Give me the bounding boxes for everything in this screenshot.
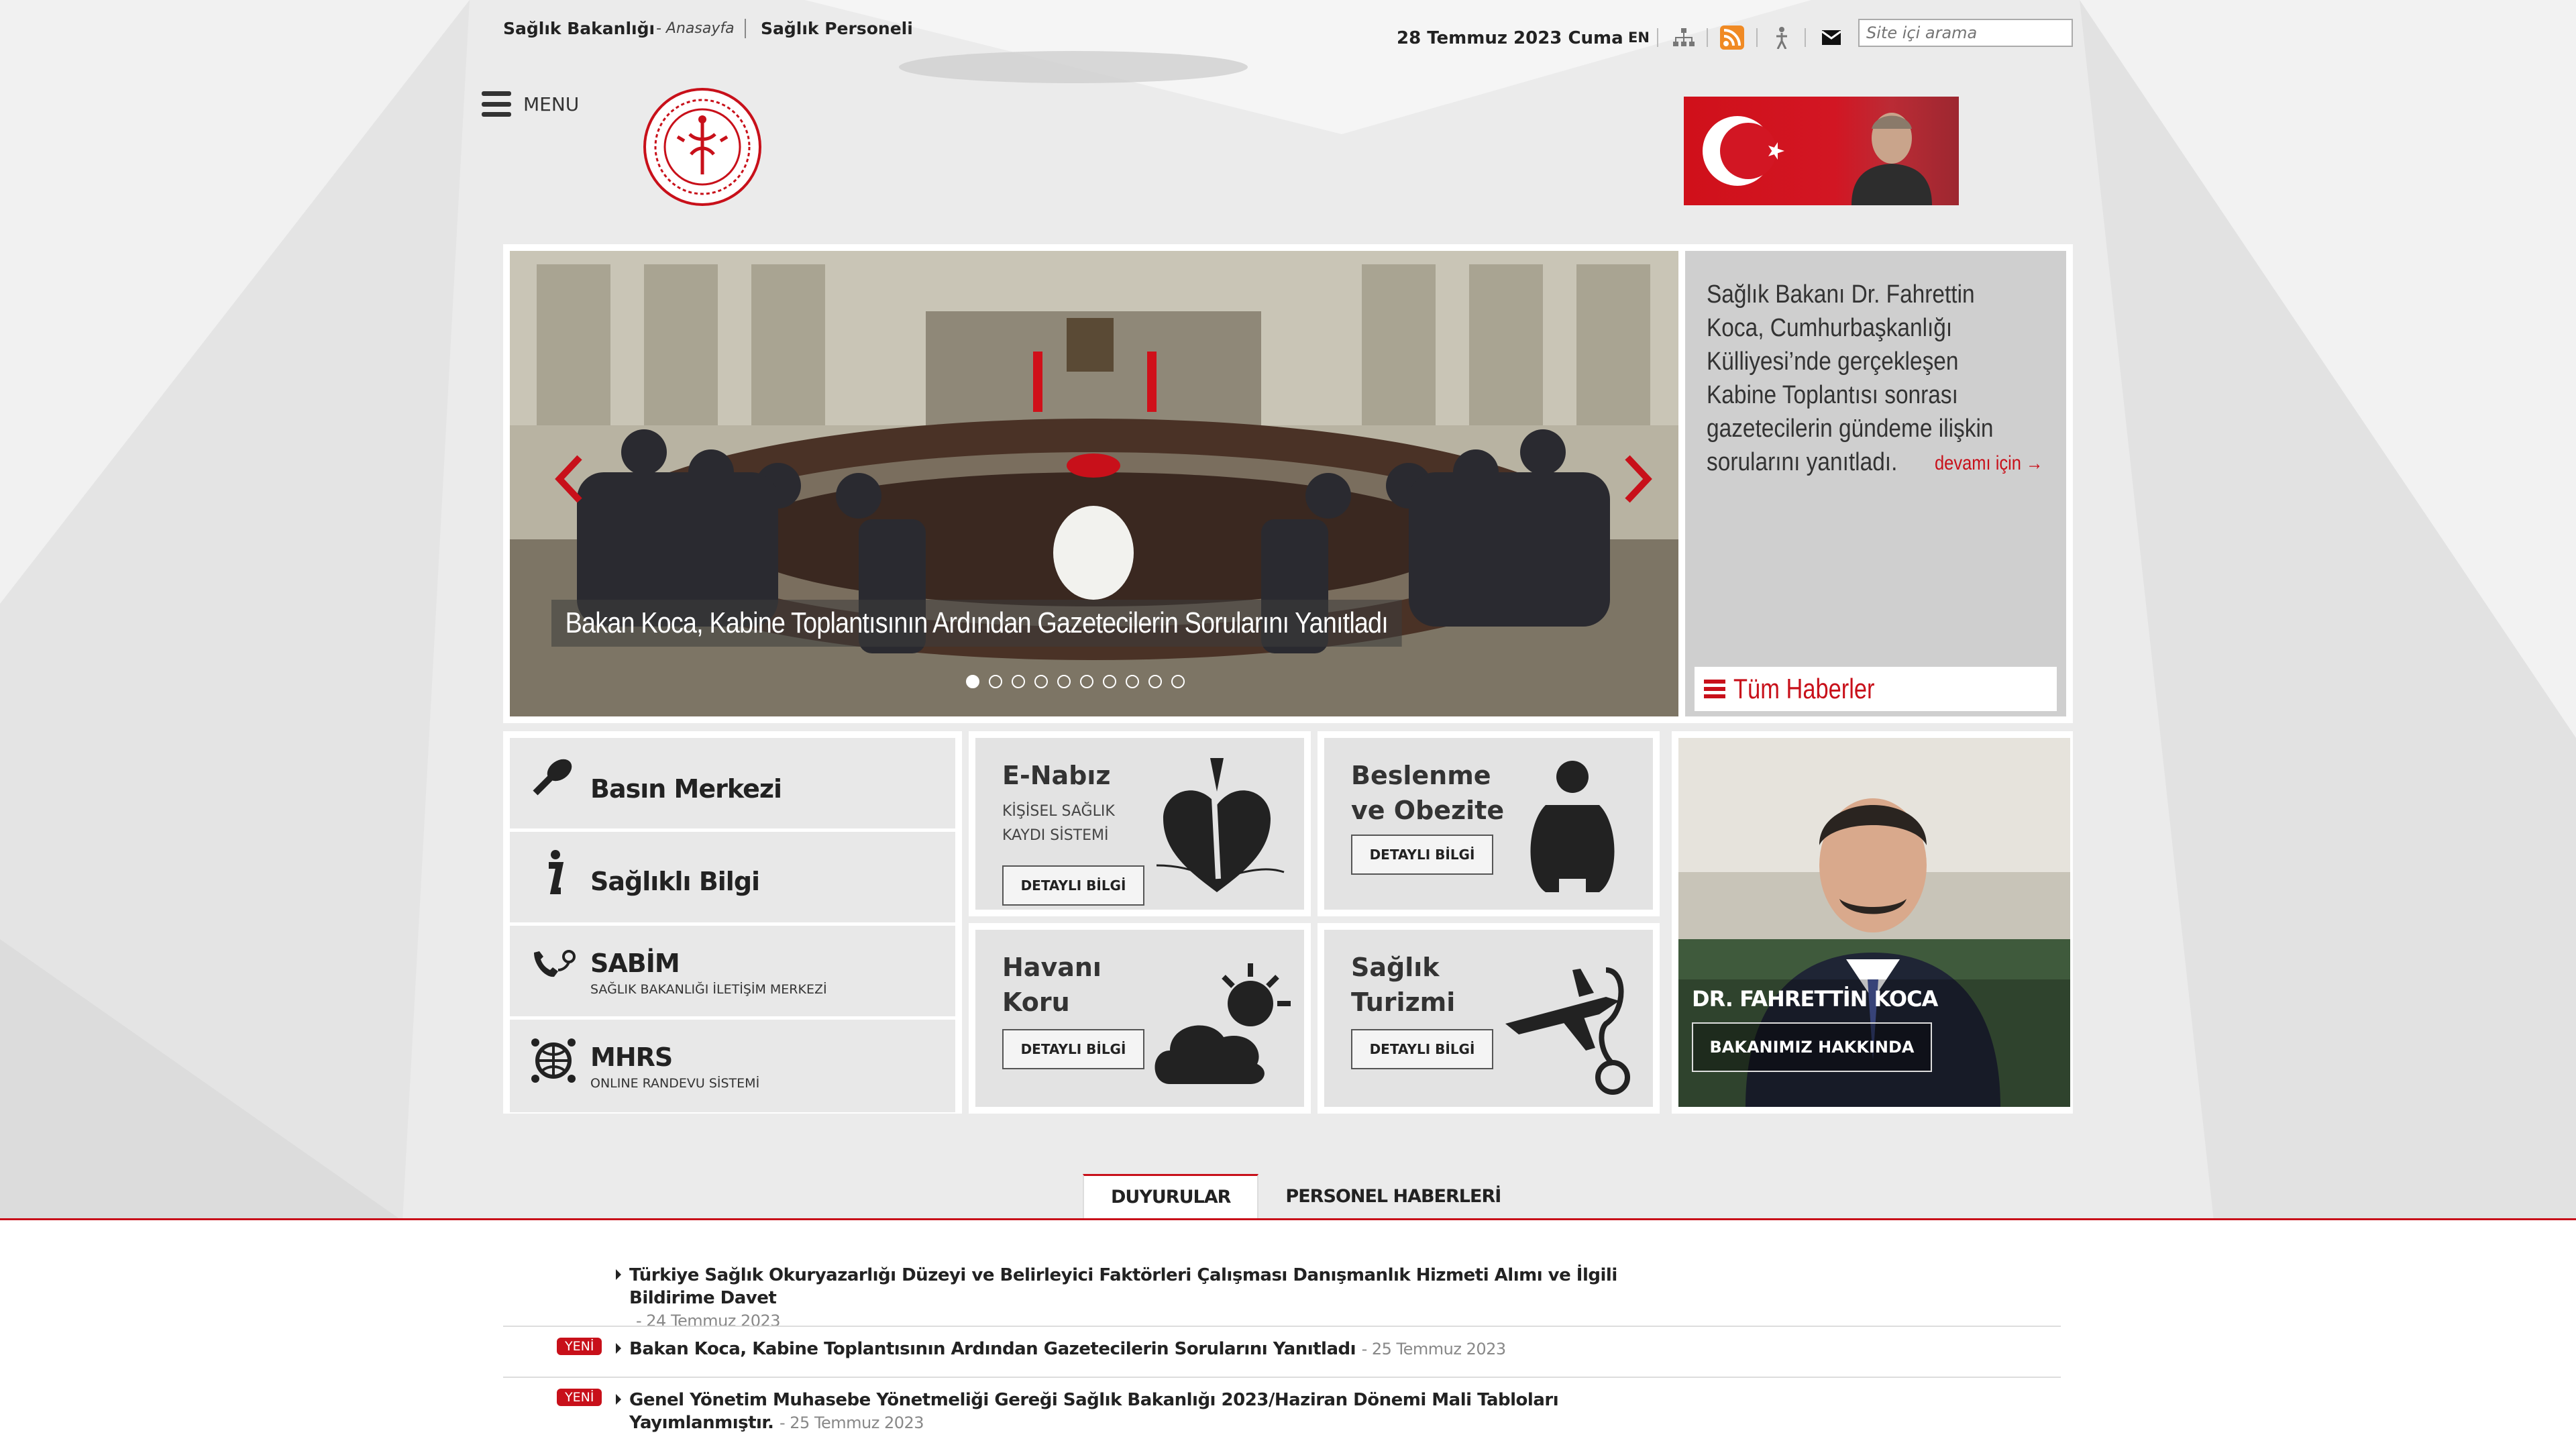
current-date: 28 Temmuz 2023 Cuma: [1397, 28, 1623, 48]
divider: [503, 1326, 2061, 1327]
tile-nutrition-obesity[interactable]: Beslenme ve Obezite DETAYLI BİLGİ: [1318, 731, 1660, 916]
globe-network-icon: [531, 1038, 576, 1083]
divider: [503, 1377, 2061, 1378]
minister-card[interactable]: DR. FAHRETTİN KOCA BAKANIMIZ HAKKINDA: [1672, 731, 2073, 1114]
new-badge: YENİ: [557, 1389, 602, 1406]
plane-stethoscope-icon: [1505, 967, 1630, 1095]
bullet-icon: [616, 1343, 621, 1354]
info-icon: [549, 850, 564, 894]
slide-caption[interactable]: Bakan Koca, Kabine Toplantısının Ardında…: [551, 600, 1402, 647]
slide-dot[interactable]: [1034, 675, 1048, 688]
quick-links: Basın Merkezi Sağlıklı Bilgi SABİM SAĞLI…: [503, 731, 962, 1114]
list-item[interactable]: YENİ Genel Yönetim Muhasebe Yönetmeliği …: [503, 1389, 2061, 1442]
quick-link-title: SABİM: [590, 949, 680, 978]
list-item[interactable]: YENİ Bakan Koca, Kabine Toplantısının Ar…: [503, 1338, 2061, 1378]
language-en-link[interactable]: EN: [1628, 30, 1650, 46]
quick-link-sabim[interactable]: SABİM SAĞLIK BAKANLIĞI İLETİŞİM MERKEZİ: [510, 926, 955, 1018]
menu-label: MENU: [523, 93, 580, 115]
new-badge: YENİ: [557, 1338, 602, 1355]
list-icon: [1704, 680, 1725, 698]
rss-icon[interactable]: [1720, 25, 1744, 50]
enabiz-details-button[interactable]: DETAYLI BİLGİ: [1002, 865, 1144, 906]
about-minister-button[interactable]: BAKANIMIZ HAKKINDA: [1692, 1022, 1932, 1072]
air-details-button[interactable]: DETAYLI BİLGİ: [1002, 1029, 1144, 1069]
site-search-input[interactable]: [1858, 19, 2073, 47]
divider: [1707, 28, 1708, 47]
flag-ataturk-banner[interactable]: [1684, 97, 1959, 205]
obesity-details-button[interactable]: DETAYLI BİLGİ: [1351, 835, 1493, 875]
news-slider: Bakan Koca, Kabine Toplantısının Ardında…: [503, 244, 2073, 723]
microphone-icon: [533, 759, 572, 796]
phone-route-icon: [534, 950, 576, 977]
news-tabs: DUYURULAR PERSONEL HABERLERİ: [1083, 1174, 1527, 1218]
slide-dot[interactable]: [1103, 675, 1116, 688]
tourism-details-button[interactable]: DETAYLI BİLGİ: [1351, 1029, 1493, 1069]
tile-health-tourism[interactable]: Sağlık Turizmi DETAYLI BİLGİ: [1318, 923, 1660, 1114]
tile-protect-air[interactable]: Havanı Koru DETAYLI BİLGİ: [969, 923, 1311, 1114]
mail-icon[interactable]: [1819, 25, 1843, 50]
tile-subtitle: KİŞİSEL SAĞLIK KAYDI SİSTEMİ: [1002, 803, 1115, 844]
list-item[interactable]: Türkiye Sağlık Okuryazarlığı Düzeyi ve B…: [503, 1264, 2061, 1330]
minister-name: DR. FAHRETTİN KOCA: [1692, 986, 1938, 1012]
home-link[interactable]: - Anasayfa: [656, 20, 735, 37]
slide-dot[interactable]: [1080, 675, 1093, 688]
top-bar: Sağlık Bakanlığı - Anasayfa Sağlık Perso…: [503, 16, 2073, 56]
slide-description: Sağlık Bakanı Dr. Fahrettin Koca, Cumhur…: [1707, 280, 1994, 476]
tile-enabiz[interactable]: E-Nabız KİŞİSEL SAĞLIK KAYDI SİSTEMİ DETA…: [969, 731, 1311, 916]
read-more-link[interactable]: devamı için →: [1935, 452, 2043, 475]
menu-button[interactable]: MENU: [482, 91, 579, 117]
divider: [1805, 28, 1806, 47]
hamburger-icon: [482, 91, 511, 117]
ministry-logo[interactable]: [643, 87, 762, 207]
next-slide-arrow-icon[interactable]: [1617, 452, 1657, 506]
quick-link-subtitle: ONLINE RANDEVU SİSTEMİ: [590, 1076, 760, 1091]
staff-link[interactable]: Sağlık Personeli: [745, 19, 913, 38]
slide-dots: [966, 675, 1185, 688]
all-news-button[interactable]: Tüm Haberler: [1695, 667, 2057, 711]
all-news-label: Tüm Haberler: [1733, 673, 1875, 704]
news-date: - 24 Temmuz 2023: [636, 1311, 781, 1330]
news-title[interactable]: Genel Yönetim Muhasebe Yönetmeliği Gereğ…: [629, 1390, 1559, 1433]
bullet-icon: [616, 1269, 621, 1280]
quick-link-press[interactable]: Basın Merkezi: [510, 738, 955, 830]
tile-title: E-Nabız: [1002, 761, 1111, 790]
sitemap-icon[interactable]: [1672, 25, 1696, 50]
news-title[interactable]: Bakan Koca, Kabine Toplantısının Ardında…: [629, 1339, 1356, 1359]
tile-title: Sağlık Turizmi: [1351, 953, 1456, 1017]
obese-person-icon: [1530, 761, 1615, 892]
slide-dot[interactable]: [1148, 675, 1162, 688]
quick-link-subtitle: SAĞLIK BAKANLIĞI İLETİŞİM MERKEZİ: [590, 982, 827, 997]
news-date: - 25 Temmuz 2023: [779, 1413, 924, 1432]
quick-link-title: Sağlıklı Bilgi: [590, 867, 760, 896]
quick-link-mhrs[interactable]: MHRS ONLINE RANDEVU SİSTEMİ: [510, 1020, 955, 1112]
news-title[interactable]: Türkiye Sağlık Okuryazarlığı Düzeyi ve B…: [629, 1265, 1617, 1308]
divider: [1756, 28, 1758, 47]
cloud-sun-icon: [1155, 963, 1291, 1084]
slide-image[interactable]: Bakan Koca, Kabine Toplantısının Ardında…: [510, 251, 1678, 716]
news-date: - 25 Temmuz 2023: [1361, 1340, 1507, 1358]
quick-link-title: MHRS: [590, 1042, 673, 1072]
bullet-icon: [616, 1394, 621, 1405]
slide-dot[interactable]: [966, 675, 979, 688]
divider: [1657, 28, 1658, 47]
slide-dot[interactable]: [1171, 675, 1185, 688]
slide-dot[interactable]: [1012, 675, 1025, 688]
heart-pen-icon: [1156, 758, 1285, 892]
quick-link-health-info[interactable]: Sağlıklı Bilgi: [510, 832, 955, 924]
quick-link-title: Basın Merkezi: [590, 774, 782, 804]
tab-announcements[interactable]: DUYURULAR: [1083, 1174, 1259, 1218]
slide-dot[interactable]: [989, 675, 1002, 688]
tile-title: Havanı Koru: [1002, 953, 1102, 1017]
tile-title: Beslenme ve Obezite: [1351, 761, 1505, 825]
service-tiles: Basın Merkezi Sağlıklı Bilgi SABİM SAĞLI…: [503, 731, 2073, 1114]
slide-summary-panel: Sağlık Bakanı Dr. Fahrettin Koca, Cumhur…: [1685, 251, 2066, 716]
slide-dot[interactable]: [1126, 675, 1139, 688]
prev-slide-arrow-icon[interactable]: [550, 452, 590, 506]
accessibility-icon[interactable]: [1770, 25, 1794, 50]
brand-link[interactable]: Sağlık Bakanlığı: [503, 19, 655, 38]
tab-staff-news[interactable]: PERSONEL HABERLERİ: [1258, 1174, 1527, 1218]
slide-dot[interactable]: [1057, 675, 1071, 688]
